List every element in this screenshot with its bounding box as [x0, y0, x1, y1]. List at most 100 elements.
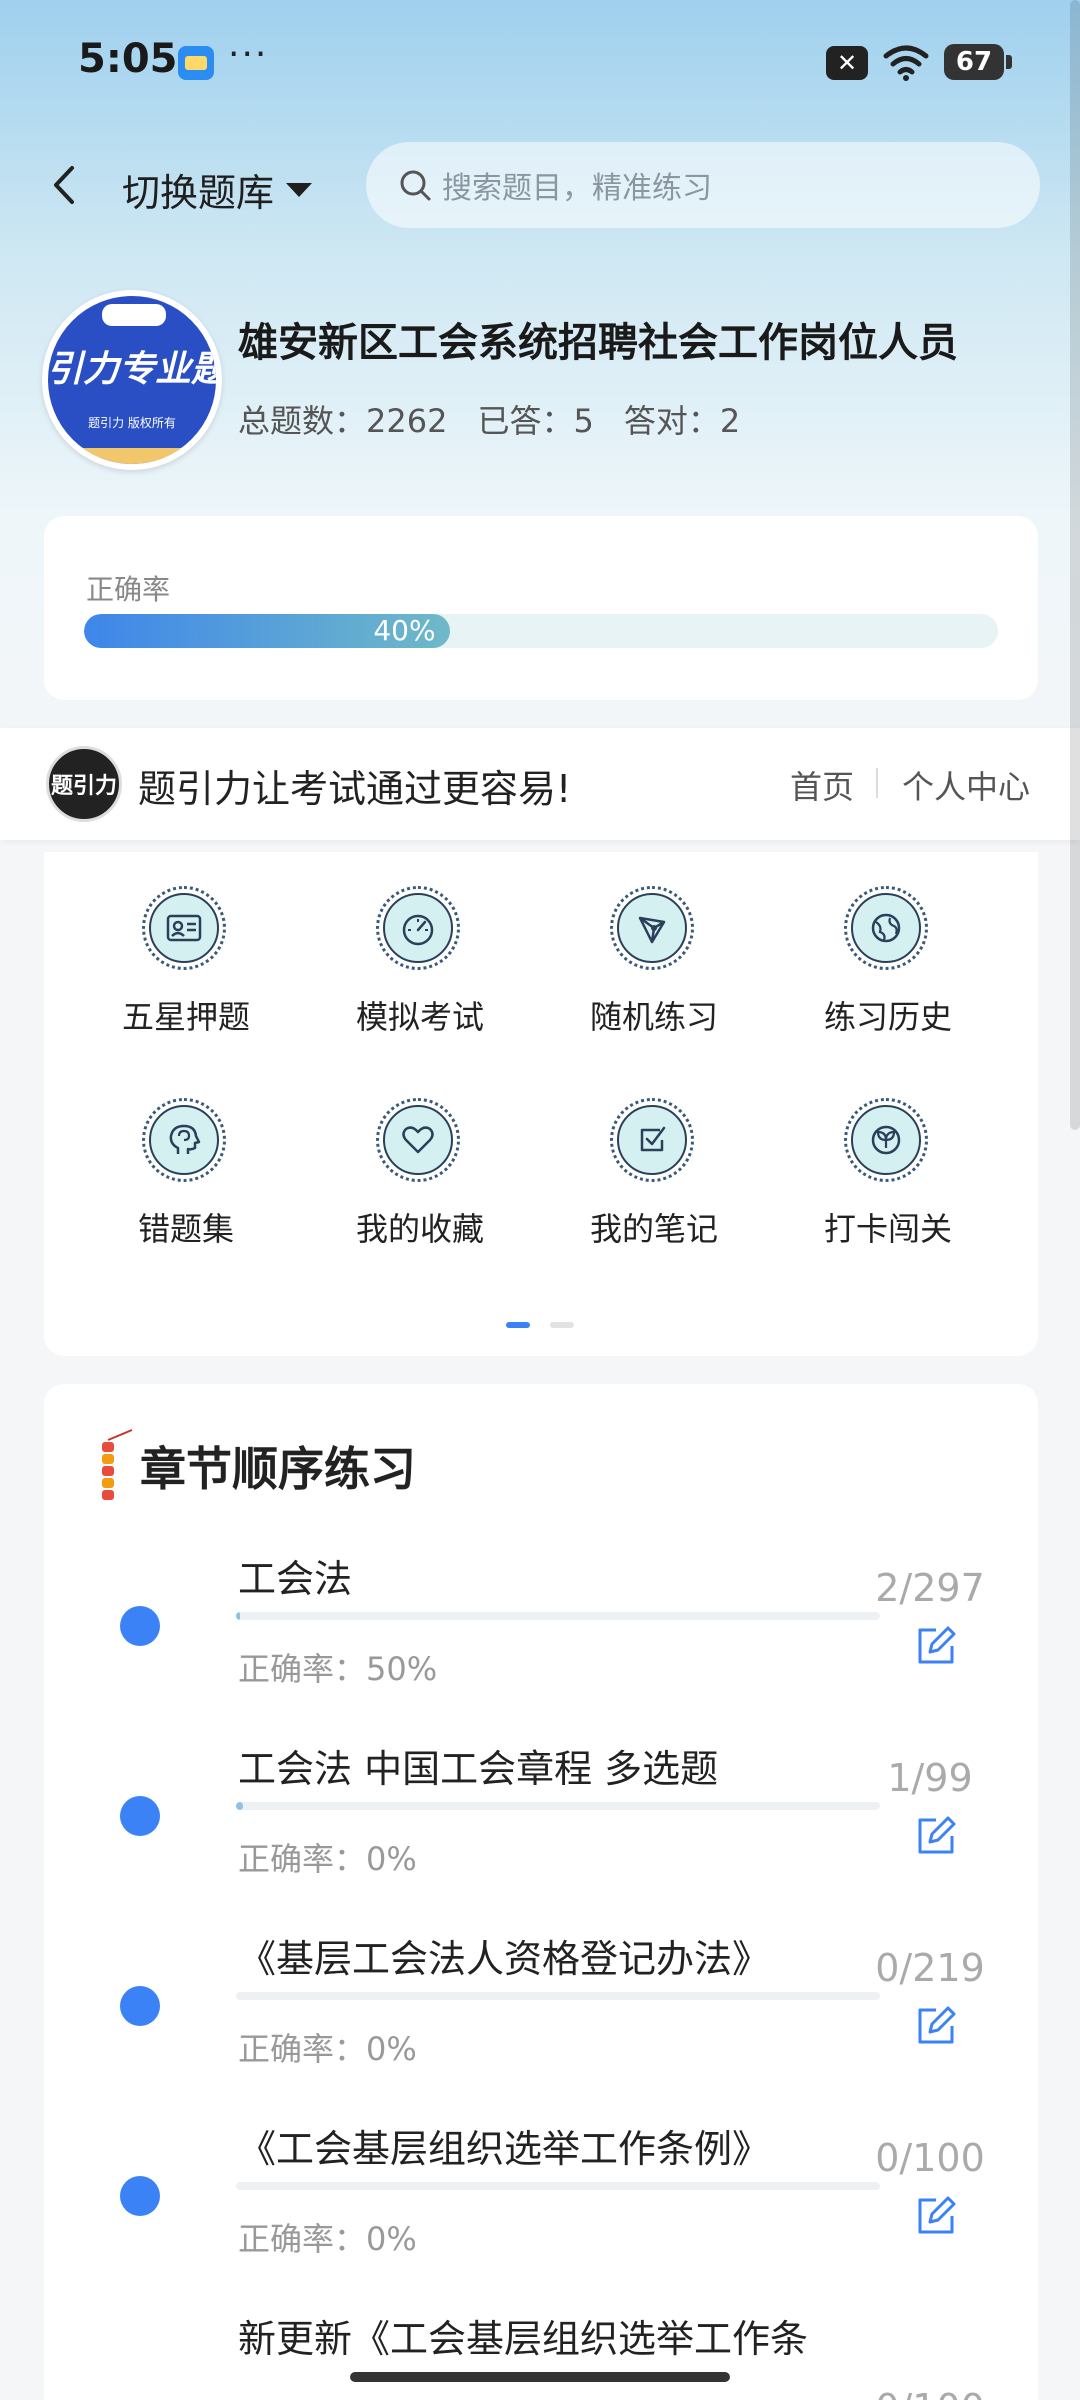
speedometer-icon — [402, 914, 434, 946]
switch-bank-label: 切换题库 — [122, 171, 275, 215]
chapter-accuracy: 正确率：0% — [238, 1840, 417, 1878]
question-bank-stats: 总题数：2262 已答：5 答对：2 — [238, 396, 740, 442]
feature-wrong-questions[interactable]: 错题集 — [86, 1098, 286, 1268]
chapter-heading: 章节顺序练习 — [94, 1426, 416, 1506]
wifi-icon — [883, 45, 929, 81]
feature-five-star[interactable]: 五星押题 — [86, 886, 286, 1056]
answered-count: 已答：5 — [477, 402, 594, 440]
chapter-count: 2/297 — [875, 1566, 985, 1610]
chapter-item[interactable]: 新更新《工会基层组织选举工作条 0/100 — [44, 2294, 1038, 2400]
chapter-name: 工会法 — [238, 1557, 353, 1601]
top-navigation: 切换题库 搜索题目，精准练习 — [0, 140, 1080, 230]
brand-slogan: 题引力让考试通过更容易! — [138, 767, 572, 811]
chapter-name: 《工会基层组织选举工作条例》 — [238, 2127, 771, 2171]
chapter-item[interactable]: 工会法 正确率：50% 2/297 — [44, 1534, 1038, 1724]
feature-label: 打卡闯关 — [823, 1210, 952, 1248]
chapter-bullet — [120, 1606, 160, 1646]
chapter-count: 0/100 — [875, 2136, 985, 2180]
feature-my-notes[interactable]: 我的笔记 — [554, 1098, 754, 1268]
chapter-progress-bar — [236, 1992, 880, 2000]
chapter-progress-fill — [236, 1802, 243, 1810]
head-brain-icon — [169, 1124, 201, 1154]
chapter-item[interactable]: 工会法 中国工会章程 多选题 正确率：0% 1/99 — [44, 1724, 1038, 1914]
feature-label: 错题集 — [137, 1210, 234, 1248]
chapter-bullet — [120, 2176, 160, 2216]
chapter-name: 《基层工会法人资格登记办法》 — [238, 1937, 771, 1981]
question-bank-title: 雄安新区工会系统招聘社会工作岗位人员 — [238, 320, 958, 366]
page-indicator — [506, 1322, 574, 1328]
caret-down-icon — [286, 182, 313, 197]
home-indicator[interactable] — [350, 2372, 730, 2382]
chapter-progress-fill — [236, 1612, 241, 1620]
accuracy-progress-bar: 40% — [84, 614, 998, 648]
wallet-app-icon — [178, 46, 214, 80]
chapter-item[interactable]: 《基层工会法人资格登记办法》 正确率：0% 0/219 — [44, 1914, 1038, 2104]
search-icon — [400, 170, 431, 201]
home-link[interactable]: 首页 — [790, 762, 854, 808]
feature-grid: 五星押题 模拟考试 随机练习 练习历史 错题集 我的收藏 我的笔记 打卡闯关 — [44, 852, 1038, 1356]
status-bar: 5:05 ··· ✕ 67 — [0, 0, 1080, 120]
edit-icon[interactable] — [914, 1624, 958, 1668]
logo-sub-text: 题引力 版权所有 — [88, 416, 176, 430]
checkbox-note-icon — [640, 1126, 666, 1152]
chapter-bullet — [120, 1796, 160, 1836]
chapter-practice-section: 章节顺序练习 工会法 正确率：50% 2/297 工会法 中国工会章程 多选题 … — [44, 1384, 1038, 2400]
feature-my-favorites[interactable]: 我的收藏 — [320, 1098, 520, 1268]
logo-main-text: 引力专业题 — [46, 349, 222, 390]
status-more-dots: ··· — [228, 34, 269, 75]
feature-label: 模拟考试 — [355, 998, 484, 1036]
edit-icon[interactable] — [914, 2004, 958, 2048]
id-card-icon — [166, 914, 202, 942]
brand-logo: 题引力 — [46, 746, 122, 822]
feature-label: 我的收藏 — [355, 1210, 484, 1248]
edit-icon[interactable] — [914, 1814, 958, 1858]
firecracker-icon — [102, 1429, 133, 1500]
accuracy-progress-fill: 40% — [84, 614, 450, 648]
chapter-accuracy: 正确率：0% — [238, 2220, 417, 2258]
globe-history-icon — [871, 913, 901, 943]
search-input[interactable]: 搜索题目，精准练习 — [366, 142, 1040, 228]
accuracy-value: 40% — [373, 614, 436, 647]
chapter-progress-bar — [236, 1612, 880, 1620]
random-network-icon — [638, 916, 666, 944]
chapter-name: 工会法 中国工会章程 多选题 — [238, 1747, 719, 1791]
battery-indicator: 67 — [944, 44, 1012, 80]
chapter-progress-bar — [236, 2182, 880, 2190]
switch-bank-dropdown[interactable]: 切换题库 — [122, 162, 313, 217]
page-dot-active — [506, 1322, 530, 1328]
leaf-badge-icon — [871, 1125, 901, 1155]
brand-banner: 题引力 题引力让考试通过更容易! 首页 个人中心 — [0, 728, 1080, 840]
total-count: 总题数：2262 — [238, 402, 448, 440]
feature-label: 我的笔记 — [589, 1210, 718, 1248]
chapter-item[interactable]: 《工会基层组织选举工作条例》 正确率：0% 0/100 — [44, 2104, 1038, 2294]
chapter-count: 0/219 — [875, 1946, 985, 1990]
feature-check-in[interactable]: 打卡闯关 — [788, 1098, 988, 1268]
scrollbar[interactable] — [1070, 0, 1080, 1130]
status-time: 5:05 — [78, 36, 178, 82]
accuracy-card: 正确率 40% — [44, 516, 1038, 700]
chapter-bullet — [120, 1986, 160, 2026]
network-x-icon: ✕ — [826, 46, 868, 80]
personal-center-link[interactable]: 个人中心 — [902, 762, 1030, 808]
edit-icon[interactable] — [914, 2194, 958, 2238]
feature-label: 随机练习 — [589, 998, 718, 1036]
feature-practice-history[interactable]: 练习历史 — [788, 886, 988, 1056]
heart-icon — [402, 1126, 434, 1154]
feature-label: 五星押题 — [121, 998, 250, 1036]
correct-count: 答对：2 — [623, 402, 741, 440]
feature-random-practice[interactable]: 随机练习 — [554, 886, 754, 1056]
feature-label: 练习历史 — [823, 998, 952, 1036]
chapter-name: 新更新《工会基层组织选举工作条 — [238, 2317, 809, 2361]
chapter-progress-bar — [236, 1802, 880, 1810]
chapter-accuracy: 正确率：50% — [238, 1650, 438, 1688]
chapter-count: 1/99 — [887, 1756, 973, 1800]
chapter-accuracy: 正确率：0% — [238, 2030, 417, 2068]
chapter-count: 0/100 — [870, 2386, 990, 2400]
search-placeholder: 搜索题目，精准练习 — [442, 171, 712, 206]
back-arrow-icon[interactable] — [44, 160, 84, 210]
chapter-section-title: 章节顺序练习 — [140, 1442, 416, 1496]
page-dot — [550, 1322, 574, 1328]
feature-mock-exam[interactable]: 模拟考试 — [320, 886, 520, 1056]
accuracy-label: 正确率 — [86, 573, 171, 606]
divider — [876, 768, 878, 798]
